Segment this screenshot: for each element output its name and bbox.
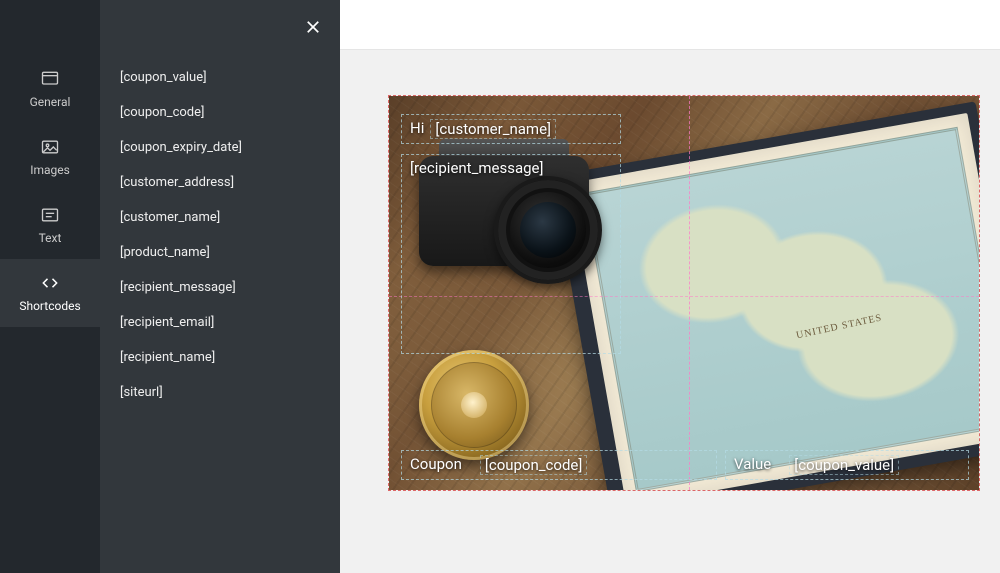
map-label: UNITED STATES [795, 312, 883, 341]
message-box[interactable]: [recipient_message] [401, 154, 621, 354]
top-bar [340, 0, 1000, 50]
tab-label: Shortcodes [19, 299, 80, 313]
shortcode-item[interactable]: [customer_name] [100, 200, 340, 235]
shortcode-item[interactable]: [recipient_message] [100, 270, 340, 305]
close-panel-button[interactable] [298, 12, 328, 42]
coupon-box[interactable]: Coupon [coupon_code] [401, 450, 717, 480]
shortcode-item[interactable]: [recipient_email] [100, 305, 340, 340]
canvas-area: UNITED STATES Hi [customer_name [340, 0, 1000, 573]
tab-label: General [30, 95, 71, 109]
coupon-label: Coupon [410, 455, 462, 473]
shortcode-item[interactable]: [coupon_value] [100, 60, 340, 95]
tab-general[interactable]: General [0, 55, 100, 123]
tab-label: Images [30, 163, 70, 177]
shortcode-item[interactable]: [customer_address] [100, 165, 340, 200]
coupon-shortcode: [coupon_code] [480, 455, 587, 475]
shortcode-item[interactable]: [coupon_code] [100, 95, 340, 130]
template-block[interactable]: UNITED STATES Hi [customer_name [388, 95, 980, 491]
icon-sidebar: General Images Text Shortcodes [0, 0, 100, 573]
shortcode-item[interactable]: [product_name] [100, 235, 340, 270]
greeting-box[interactable]: Hi [customer_name] [401, 114, 621, 144]
greeting-shortcode: [customer_name] [430, 119, 556, 139]
compass-prop [419, 350, 529, 460]
shortcode-item[interactable]: [recipient_name] [100, 340, 340, 375]
guide-vertical [689, 96, 690, 490]
tab-text[interactable]: Text [0, 191, 100, 259]
value-box[interactable]: Value [coupon_value] [725, 450, 969, 480]
value-label: Value [734, 455, 771, 473]
shortcode-panel: [coupon_value] [coupon_code] [coupon_exp… [100, 0, 340, 573]
value-shortcode: [coupon_value] [789, 455, 899, 475]
tab-shortcodes[interactable]: Shortcodes [0, 259, 100, 327]
greeting-prefix: Hi [410, 119, 424, 137]
message-shortcode: [recipient_message] [410, 159, 543, 177]
shortcode-list: [coupon_value] [coupon_code] [coupon_exp… [100, 60, 340, 410]
tab-label: Text [39, 231, 62, 245]
shortcode-item[interactable]: [coupon_expiry_date] [100, 130, 340, 165]
shortcode-item[interactable]: [siteurl] [100, 375, 340, 410]
tab-images[interactable]: Images [0, 123, 100, 191]
